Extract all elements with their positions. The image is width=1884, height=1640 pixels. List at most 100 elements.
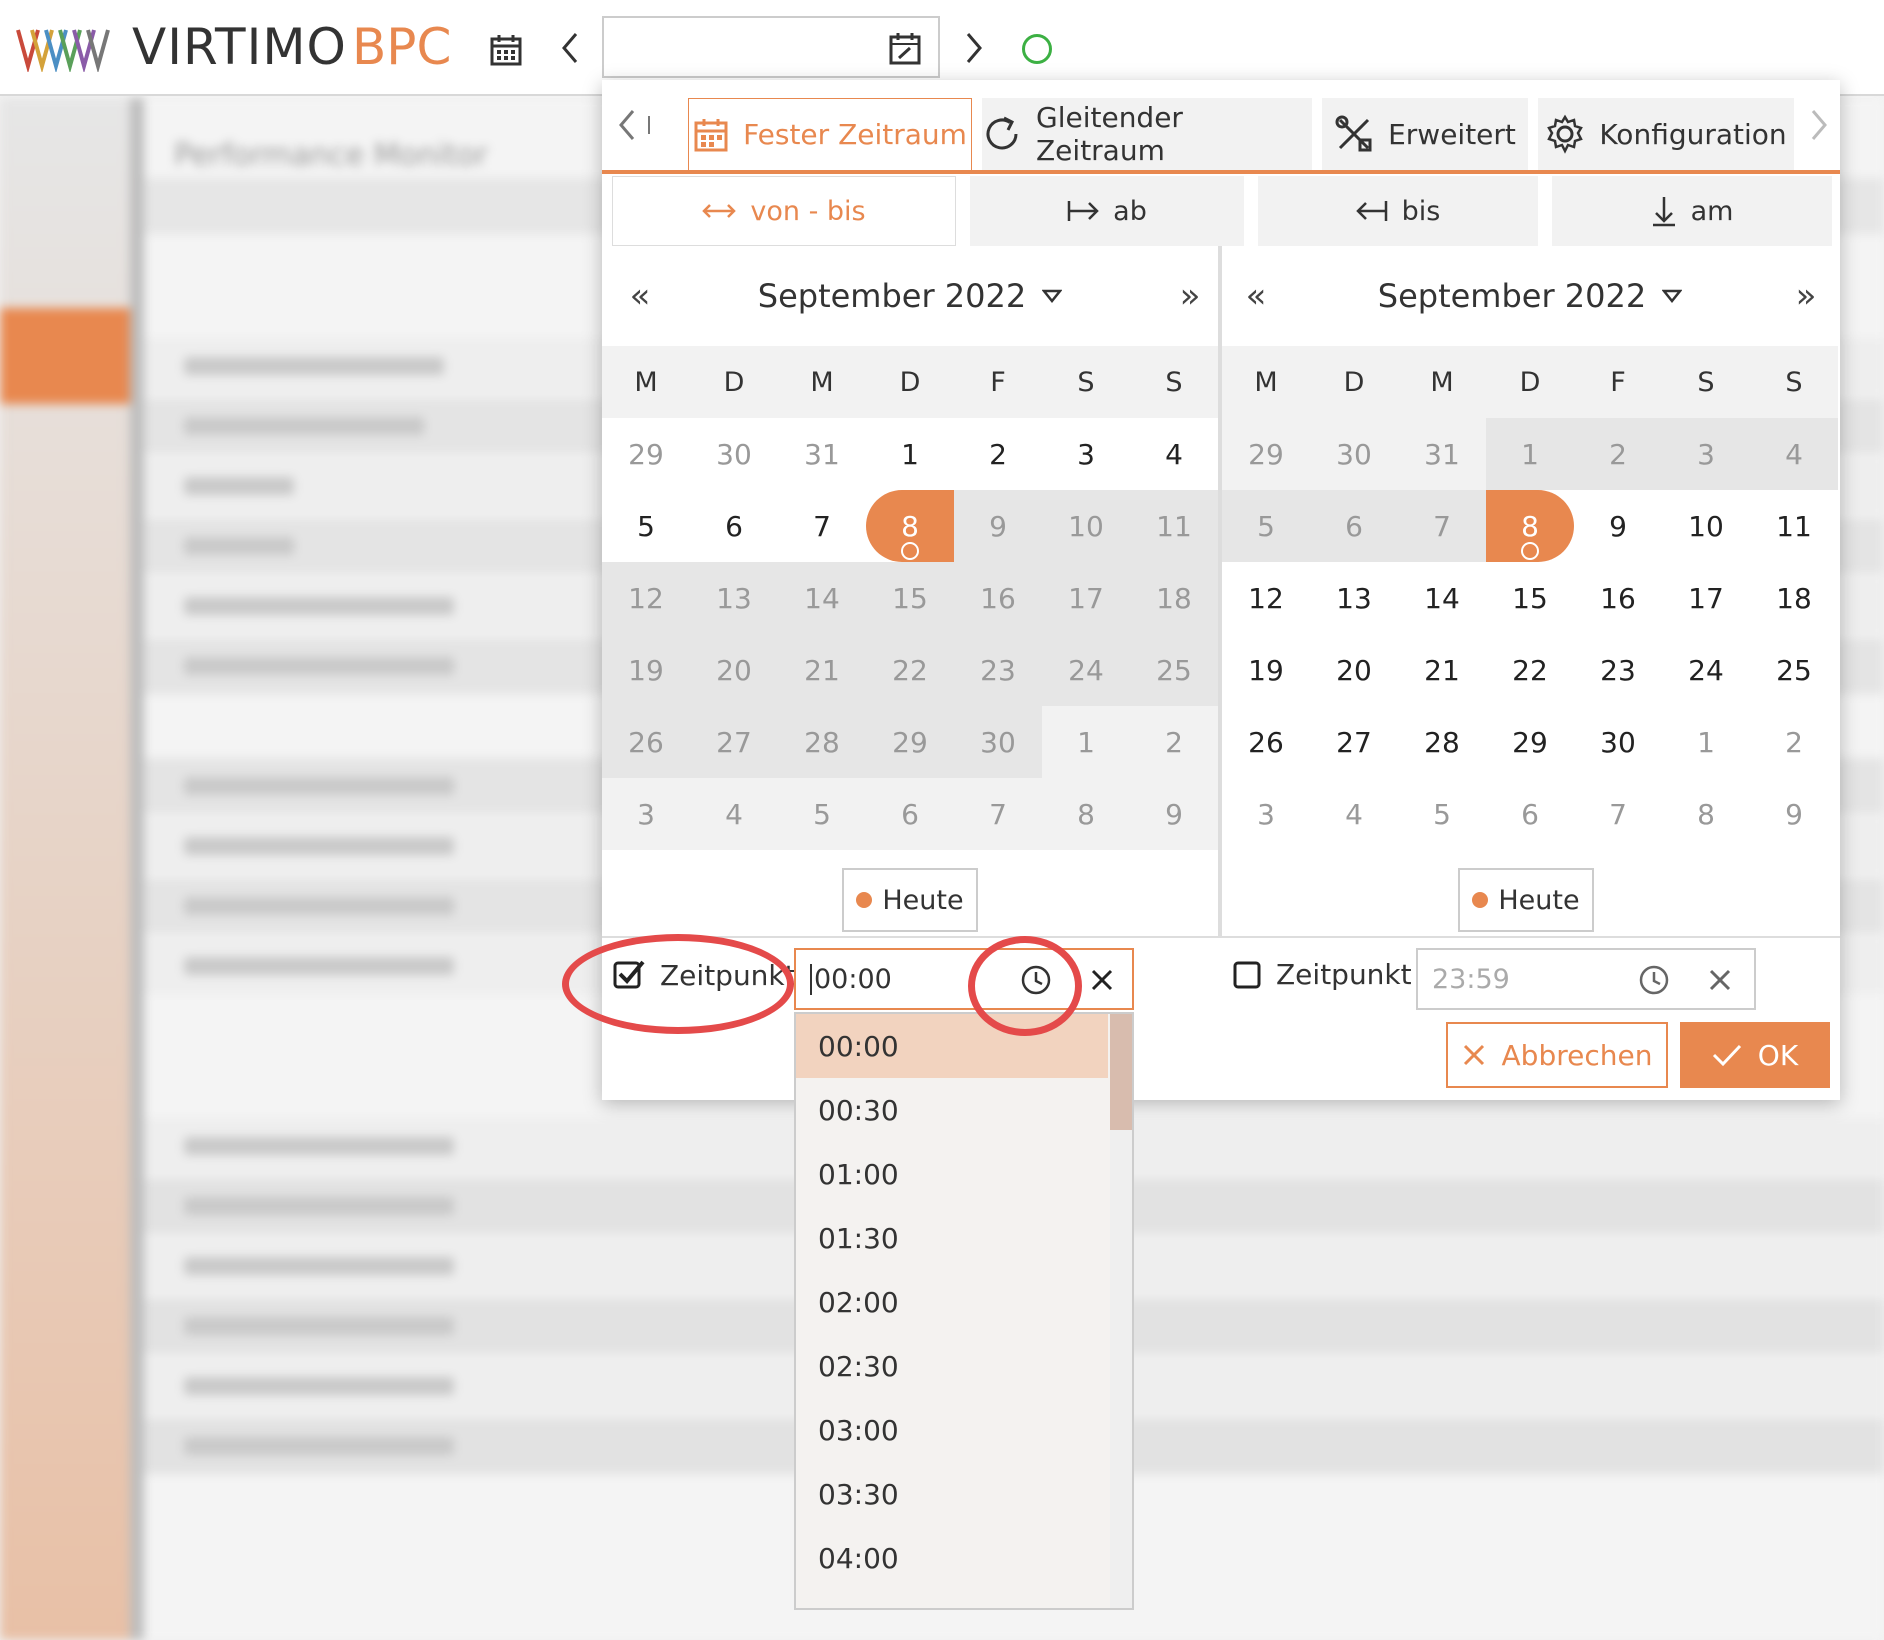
- calendar-day[interactable]: 8: [866, 490, 954, 562]
- clock-icon[interactable]: [1014, 958, 1058, 1002]
- calendar-day[interactable]: 18: [1130, 562, 1218, 634]
- clear-icon[interactable]: [1700, 960, 1740, 1000]
- calendar-day[interactable]: 16: [1574, 562, 1662, 634]
- calendar-day[interactable]: 8: [1662, 778, 1750, 850]
- time-option[interactable]: 02:00: [796, 1270, 1108, 1334]
- calendar-day[interactable]: 12: [602, 562, 690, 634]
- calendar-day[interactable]: 14: [778, 562, 866, 634]
- calendar-day[interactable]: 9: [1750, 778, 1838, 850]
- tab-advanced[interactable]: Erweitert: [1322, 98, 1528, 170]
- calendar-day[interactable]: 26: [1222, 706, 1310, 778]
- calendar-day[interactable]: 15: [1486, 562, 1574, 634]
- calendar-day[interactable]: 10: [1042, 490, 1130, 562]
- calendar-day[interactable]: 29: [1222, 418, 1310, 490]
- calendar-day[interactable]: 2: [1750, 706, 1838, 778]
- calendar-day[interactable]: 14: [1398, 562, 1486, 634]
- calendar-day[interactable]: 20: [690, 634, 778, 706]
- calendar-day[interactable]: 22: [866, 634, 954, 706]
- calendar-day[interactable]: 19: [602, 634, 690, 706]
- calendar-day[interactable]: 19: [1222, 634, 1310, 706]
- chevron-left-icon[interactable]: [552, 26, 588, 70]
- month-selector[interactable]: September 2022: [758, 277, 1063, 315]
- calendar-day[interactable]: 23: [1574, 634, 1662, 706]
- calendar-day[interactable]: 21: [1398, 634, 1486, 706]
- time-to-checkbox[interactable]: Zeitpunkt: [1232, 958, 1412, 991]
- calendar-day[interactable]: 6: [866, 778, 954, 850]
- tab-fixed-period[interactable]: Fester Zeitraum: [688, 98, 972, 170]
- calendar-day[interactable]: 24: [1662, 634, 1750, 706]
- calendar-day[interactable]: 13: [1310, 562, 1398, 634]
- chevron-right-icon[interactable]: [1802, 100, 1836, 150]
- calendar-day[interactable]: 27: [690, 706, 778, 778]
- calendar-day[interactable]: 27: [1310, 706, 1398, 778]
- calendar-day[interactable]: 17: [1662, 562, 1750, 634]
- calendar-day[interactable]: 31: [778, 418, 866, 490]
- calendar-day[interactable]: 8: [1486, 490, 1574, 562]
- time-option[interactable]: 00:00: [796, 1014, 1108, 1078]
- tab-configuration[interactable]: Konfiguration: [1538, 98, 1794, 170]
- calendar-day[interactable]: 30: [1310, 418, 1398, 490]
- calendar-day[interactable]: 1: [1042, 706, 1130, 778]
- calendar-day[interactable]: 9: [1574, 490, 1662, 562]
- calendar-day[interactable]: 21: [778, 634, 866, 706]
- calendar-day[interactable]: 6: [1310, 490, 1398, 562]
- next-month-icon[interactable]: »: [1168, 274, 1212, 318]
- calendar-day[interactable]: 7: [1398, 490, 1486, 562]
- calendar-day[interactable]: 22: [1486, 634, 1574, 706]
- time-from-checkbox[interactable]: Zeitpunkt: [612, 958, 796, 992]
- calendar-day[interactable]: 3: [1222, 778, 1310, 850]
- clear-icon[interactable]: [1082, 960, 1122, 1000]
- tab-until[interactable]: bis: [1258, 176, 1538, 246]
- calendar-day[interactable]: 8: [1042, 778, 1130, 850]
- calendar-day[interactable]: 2: [1130, 706, 1218, 778]
- today-button[interactable]: Heute: [842, 868, 978, 932]
- calendar-day[interactable]: 29: [602, 418, 690, 490]
- calendar-day[interactable]: 30: [954, 706, 1042, 778]
- calendar-day[interactable]: 2: [954, 418, 1042, 490]
- time-option[interactable]: 01:30: [796, 1206, 1108, 1270]
- today-button[interactable]: Heute: [1458, 868, 1594, 932]
- calendar-day[interactable]: 15: [866, 562, 954, 634]
- calendar-day[interactable]: 1: [866, 418, 954, 490]
- calendar-day[interactable]: 17: [1042, 562, 1130, 634]
- calendar-day[interactable]: 23: [954, 634, 1042, 706]
- month-selector[interactable]: September 2022: [1378, 277, 1683, 315]
- calendar-day[interactable]: 29: [1486, 706, 1574, 778]
- calendar-day[interactable]: 29: [866, 706, 954, 778]
- calendar-day[interactable]: 30: [690, 418, 778, 490]
- scrollbar-thumb[interactable]: [1110, 1014, 1132, 1130]
- time-option[interactable]: 03:30: [796, 1462, 1108, 1526]
- calendar-day[interactable]: 5: [602, 490, 690, 562]
- time-option[interactable]: 03:00: [796, 1398, 1108, 1462]
- calendar-icon[interactable]: [486, 30, 526, 70]
- calendar-day[interactable]: 5: [778, 778, 866, 850]
- calendar-day[interactable]: 3: [602, 778, 690, 850]
- calendar-day[interactable]: 11: [1130, 490, 1218, 562]
- time-option[interactable]: 02:30: [796, 1334, 1108, 1398]
- calendar-day[interactable]: 4: [690, 778, 778, 850]
- tab-sliding-period[interactable]: Gleitender Zeitraum: [982, 98, 1312, 170]
- time-option[interactable]: 04:00: [796, 1526, 1108, 1590]
- tab-from[interactable]: ab: [970, 176, 1244, 246]
- calendar-day[interactable]: 11: [1750, 490, 1838, 562]
- calendar-day[interactable]: 12: [1222, 562, 1310, 634]
- calendar-day[interactable]: 2: [1574, 418, 1662, 490]
- calendar-day[interactable]: 1: [1486, 418, 1574, 490]
- calendar-day[interactable]: 9: [954, 490, 1042, 562]
- calendar-day[interactable]: 7: [954, 778, 1042, 850]
- calendar-day[interactable]: 13: [690, 562, 778, 634]
- calendar-day[interactable]: 30: [1574, 706, 1662, 778]
- calendar-day[interactable]: 1: [1662, 706, 1750, 778]
- calendar-day[interactable]: 28: [778, 706, 866, 778]
- calendar-day[interactable]: 25: [1130, 634, 1218, 706]
- calendar-day[interactable]: 6: [1486, 778, 1574, 850]
- calendar-day[interactable]: 20: [1310, 634, 1398, 706]
- time-option[interactable]: 00:30: [796, 1078, 1108, 1142]
- calendar-day[interactable]: 18: [1750, 562, 1838, 634]
- calendar-day[interactable]: 4: [1130, 418, 1218, 490]
- calendar-day[interactable]: 4: [1750, 418, 1838, 490]
- calendar-day[interactable]: 3: [1662, 418, 1750, 490]
- time-option[interactable]: 01:00: [796, 1142, 1108, 1206]
- calendar-day[interactable]: 10: [1662, 490, 1750, 562]
- tab-on[interactable]: am: [1552, 176, 1832, 246]
